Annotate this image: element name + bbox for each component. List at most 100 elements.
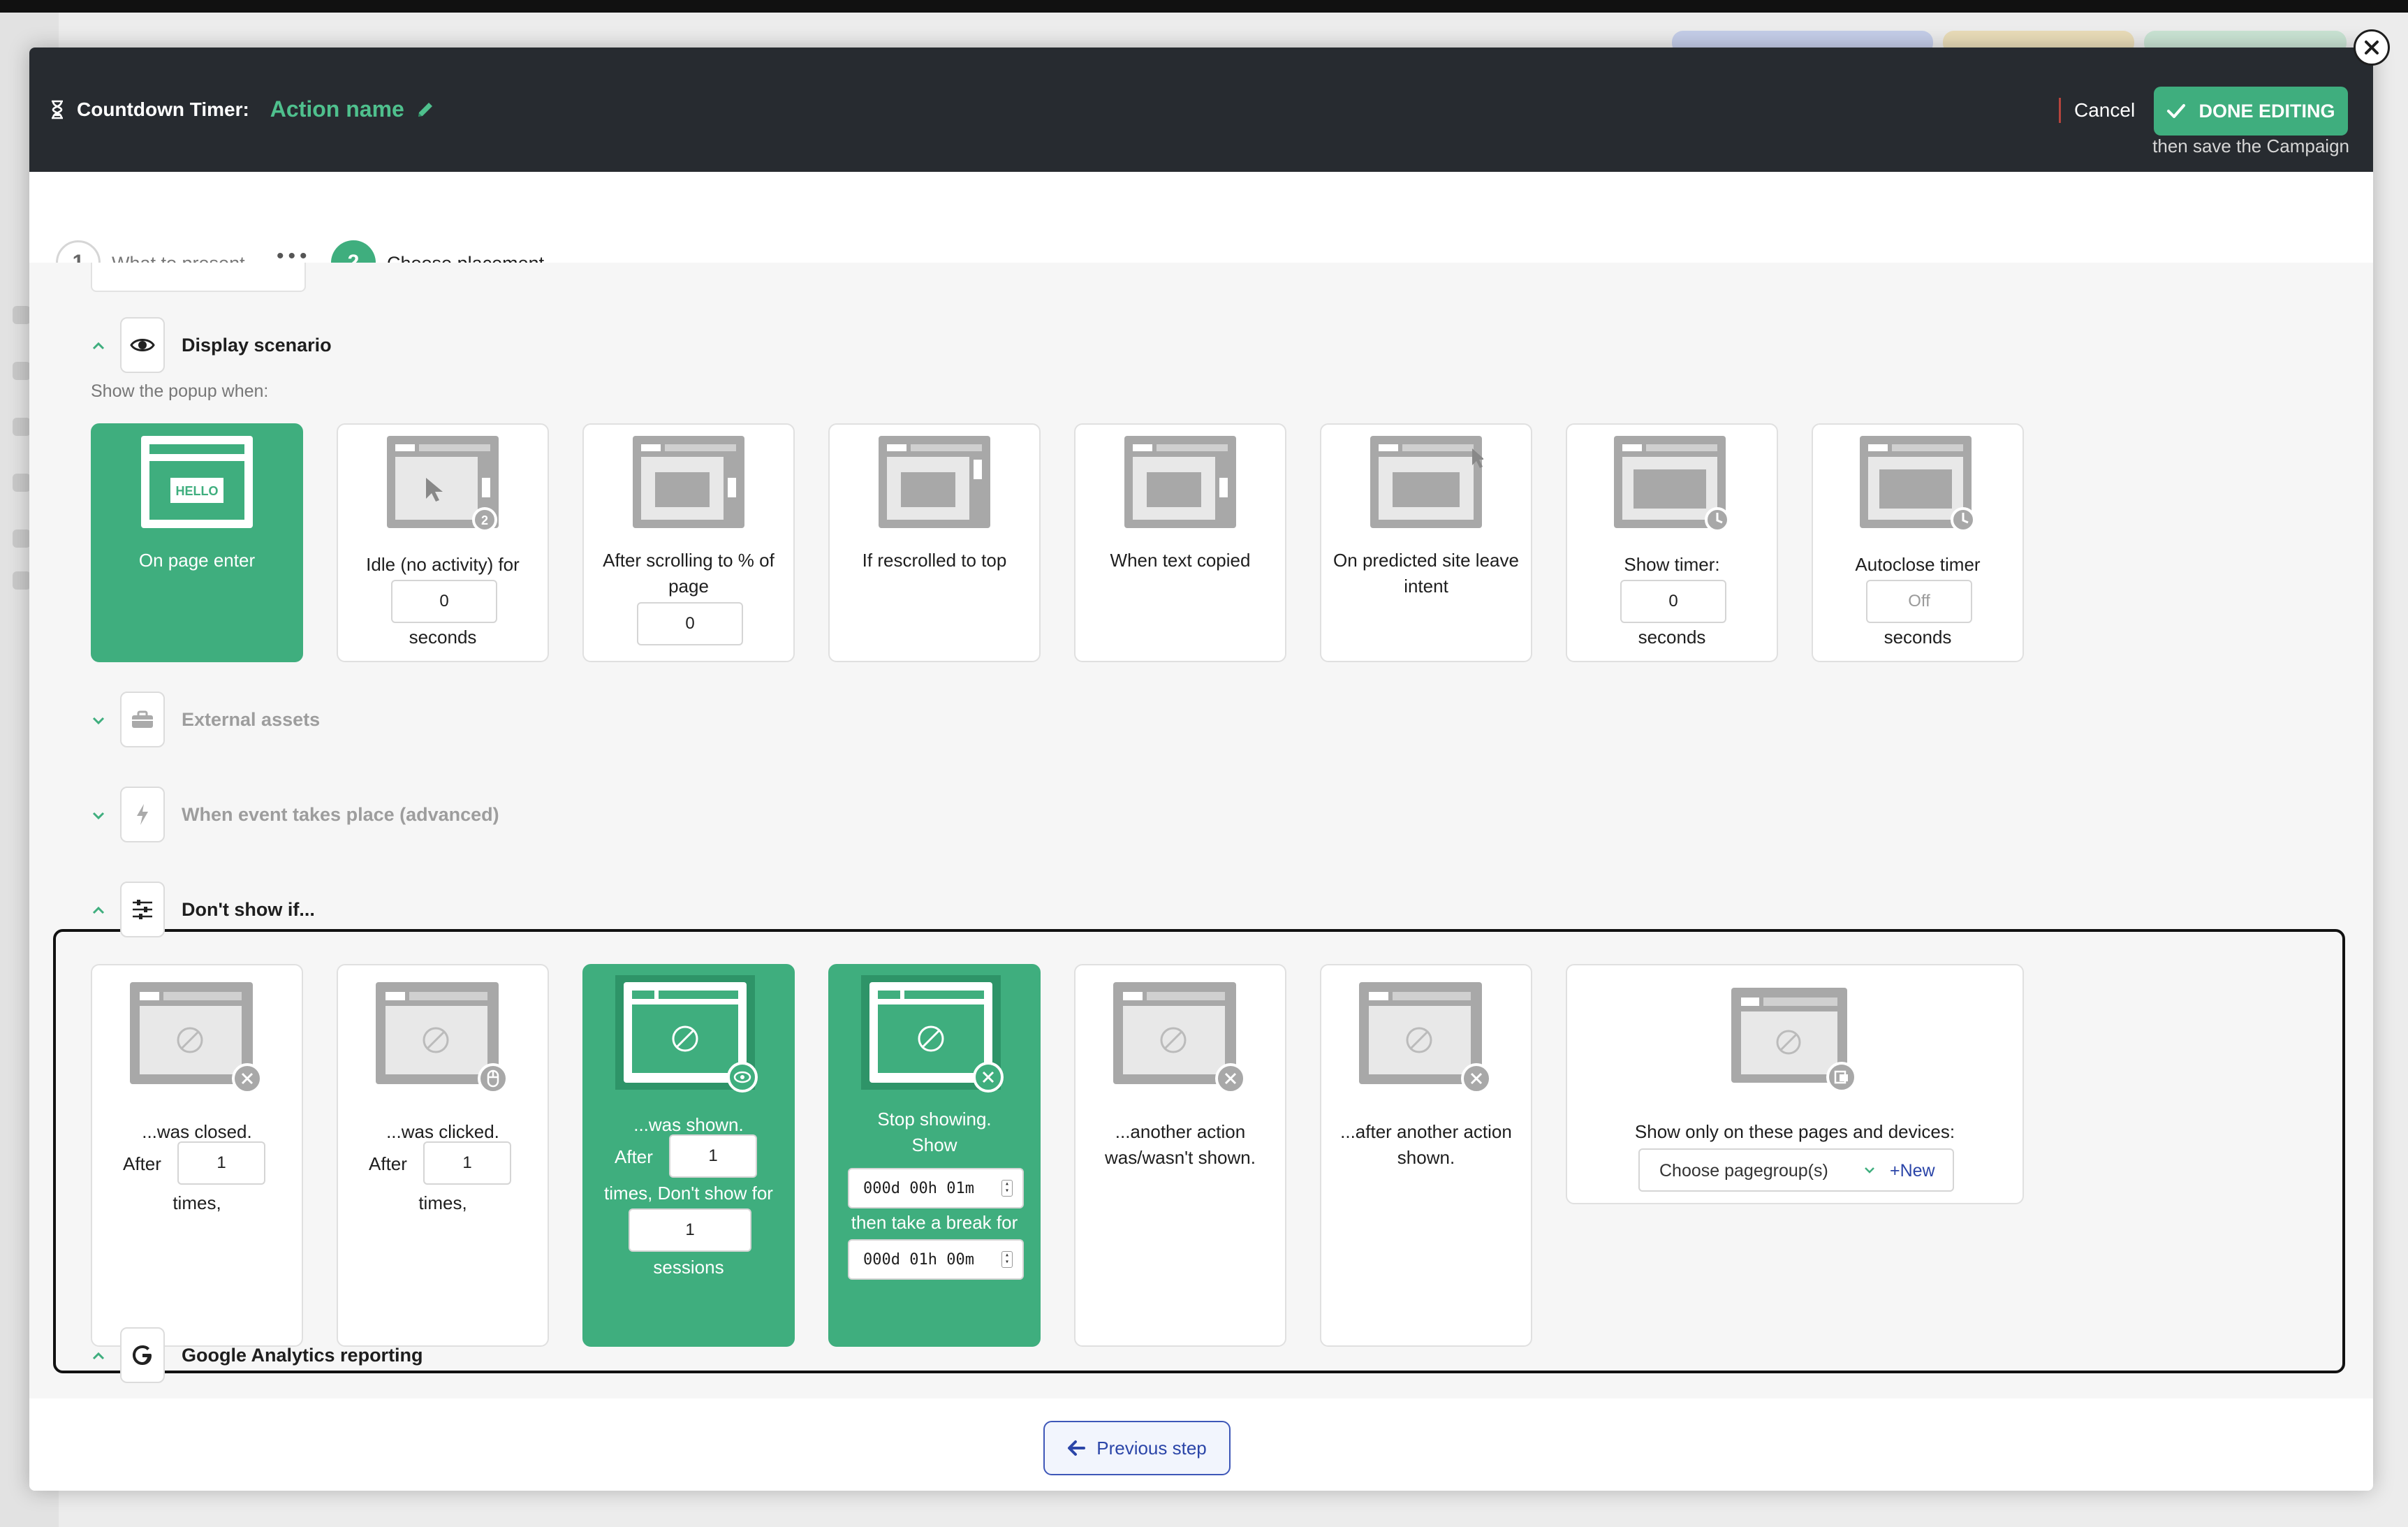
new-pagegroup-link[interactable]: +New	[1890, 1161, 1935, 1181]
scenario-card-autoclose[interactable]: Autoclose timer Off seconds	[1812, 423, 2024, 662]
svg-text:2: 2	[481, 513, 488, 527]
done-editing-button[interactable]: DONE EDITING	[2154, 87, 2348, 136]
browser-top-strip	[0, 0, 2408, 13]
display-scenario-title[interactable]: Display scenario	[182, 334, 332, 356]
stop-illustration	[861, 975, 1004, 1093]
action-editor-modal: Countdown Timer: Action name Cancel DONE…	[29, 48, 2373, 1491]
duration-stepper[interactable]: ▴ ▾	[1001, 1251, 1013, 1268]
external-assets-title[interactable]: External assets	[182, 708, 320, 731]
hourglass-icon	[52, 100, 63, 119]
scenario-card-page-enter[interactable]: HELLO On page enter	[91, 423, 303, 662]
dont-show-card-another-action[interactable]: ...another action was/wasn't shown.	[1074, 964, 1286, 1347]
google-analytics-title[interactable]: Google Analytics reporting	[182, 1344, 423, 1366]
close-modal-button[interactable]	[2354, 29, 2390, 66]
dont-show-card-stop[interactable]: Stop showing. Show 000d 00h 01m ▴ ▾ then …	[828, 964, 1041, 1347]
chevron-down-icon[interactable]	[91, 808, 106, 823]
clicked-illustration	[376, 982, 508, 1094]
scenario-card-leave-intent[interactable]: On predicted site leave intent	[1320, 423, 1532, 662]
another-action-illustration	[1113, 982, 1246, 1094]
clicked-times-input[interactable]: 1	[423, 1141, 511, 1185]
pagegroup-select-value: Choose pagegroup(s)	[1659, 1161, 1828, 1181]
pages-illustration	[1731, 988, 1857, 1093]
show-timer-illustration	[1614, 436, 1730, 532]
display-scenario-hint: Show the popup when:	[91, 381, 269, 401]
rescroll-illustration	[879, 436, 990, 528]
closed-illustration	[130, 982, 263, 1094]
chevron-up-icon[interactable]	[91, 1348, 106, 1364]
page-enter-illustration: HELLO	[141, 436, 253, 528]
after-another-label: ...after another action shown.	[1340, 1121, 1512, 1168]
after-label: After	[369, 1153, 407, 1174]
pagegroup-select[interactable]: Choose pagegroup(s) +New	[1638, 1148, 1954, 1192]
eye-icon	[130, 339, 155, 351]
text-copied-illustration	[1124, 436, 1236, 528]
briefcase-section-icon	[120, 692, 165, 747]
duration-stepper[interactable]: ▴ ▾	[1001, 1180, 1013, 1197]
previous-step-label: Previous step	[1096, 1437, 1207, 1459]
scenario-card-scroll[interactable]: After scrolling to % of page 0	[582, 423, 795, 662]
google-section-icon	[120, 1327, 165, 1383]
chevron-up-icon[interactable]	[91, 338, 106, 353]
sessions-unit: sessions	[653, 1257, 724, 1278]
action-name-field[interactable]: Action name	[270, 96, 404, 122]
closed-times-input[interactable]: 1	[177, 1141, 265, 1185]
shown-times-input[interactable]: 1	[669, 1134, 757, 1178]
modal-footer: Previous step	[29, 1398, 2373, 1491]
sliders-section-icon	[120, 882, 165, 937]
another-action-label: ...another action was/wasn't shown.	[1105, 1121, 1256, 1168]
stop-label: Stop showing. Show	[877, 1109, 992, 1155]
after-label: After	[123, 1153, 161, 1174]
seconds-unit: seconds	[409, 627, 477, 648]
scenario-card-rescroll[interactable]: If rescrolled to top	[828, 423, 1041, 662]
after-another-illustration	[1359, 982, 1492, 1094]
cancel-button[interactable]: Cancel	[2074, 98, 2135, 123]
dont-show-card-pages[interactable]: Show only on these pages and devices: Ch…	[1566, 964, 2024, 1204]
eye-section-icon	[120, 317, 165, 373]
scenario-label: Autoclose timer	[1855, 554, 1981, 575]
chevron-down-icon	[1865, 1167, 1874, 1174]
break-duration-input[interactable]: 000d 01h 00m ▴ ▾	[848, 1239, 1024, 1280]
scenario-label: On page enter	[138, 550, 256, 571]
stop-show-duration-input[interactable]: 000d 00h 01m ▴ ▾	[848, 1168, 1024, 1208]
arrow-left-icon	[1068, 1440, 1086, 1456]
lightning-section-icon	[120, 787, 165, 842]
scenario-card-text-copied[interactable]: When text copied	[1074, 423, 1286, 662]
dont-show-card-clicked[interactable]: ...was clicked. After 1 times,	[337, 964, 549, 1347]
scenario-label: Idle (no activity) for	[366, 554, 520, 575]
times-unit: times,	[418, 1192, 467, 1213]
scenario-label: After scrolling to % of page	[603, 550, 774, 597]
hello-badge: HELLO	[176, 484, 219, 498]
dont-show-card-shown[interactable]: ...was shown. After 1 times, Don't show …	[582, 964, 795, 1347]
times-unit: times,	[172, 1192, 221, 1213]
previous-step-button[interactable]: Previous step	[1043, 1421, 1231, 1475]
break-duration-value: 000d 01h 00m	[863, 1250, 974, 1269]
shown-middle-text: times, Don't show for	[604, 1183, 773, 1204]
leave-intent-illustration	[1370, 436, 1483, 528]
check-icon	[2167, 104, 2186, 118]
event-section-title[interactable]: When event takes place (advanced)	[182, 803, 499, 826]
chevron-down-icon[interactable]	[91, 713, 106, 728]
scenario-label: If rescrolled to top	[862, 550, 1007, 571]
scenario-card-idle[interactable]: 2 Idle (no activity) for 0 seconds	[337, 423, 549, 662]
chevron-up-icon[interactable]	[91, 903, 106, 918]
scenario-card-show-timer[interactable]: Show timer: 0 seconds	[1566, 423, 1778, 662]
dont-show-card-after-another[interactable]: ...after another action shown.	[1320, 964, 1532, 1347]
close-icon	[2365, 41, 2379, 54]
autoclose-seconds-input[interactable]: Off	[1866, 580, 1972, 623]
shown-sessions-input[interactable]: 1	[629, 1208, 751, 1252]
action-type-label: Countdown Timer:	[77, 98, 249, 120]
sliders-icon	[133, 900, 152, 919]
dont-show-title[interactable]: Don't show if...	[182, 898, 315, 921]
done-editing-subtext: then save the Campaign	[2152, 136, 2349, 156]
step-bar	[29, 172, 2373, 263]
show-timer-seconds-input[interactable]: 0	[1620, 580, 1726, 623]
scroll-illustration	[633, 436, 744, 528]
pencil-icon[interactable]	[416, 100, 435, 119]
previous-card-edge	[91, 263, 306, 292]
scroll-percent-input[interactable]: 0	[637, 602, 743, 645]
dont-show-card-closed[interactable]: ...was closed. After 1 times,	[91, 964, 303, 1347]
scenario-label: When text copied	[1110, 550, 1251, 571]
idle-seconds-input[interactable]: 0	[391, 580, 497, 623]
stop-middle-text: then take a break for	[851, 1212, 1018, 1233]
scenario-label: On predicted site leave intent	[1333, 550, 1519, 597]
